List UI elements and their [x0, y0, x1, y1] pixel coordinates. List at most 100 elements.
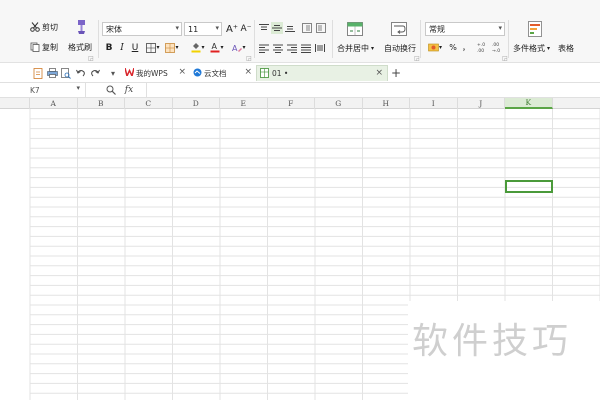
svg-text:.00: .00	[477, 48, 484, 53]
fill-color-button[interactable]: ▾	[190, 41, 206, 54]
column-header-b[interactable]: B	[78, 98, 125, 109]
print-icon[interactable]	[46, 67, 58, 79]
grow-font-button[interactable]: A⁺	[226, 22, 238, 36]
format-painter-icon[interactable]	[74, 18, 88, 36]
column-header-d[interactable]: D	[173, 98, 220, 109]
print-preview-icon[interactable]	[60, 67, 72, 79]
merge-center-icon[interactable]	[346, 20, 364, 38]
alignment-launcher-icon[interactable]: ◲	[414, 55, 420, 62]
justify-button[interactable]	[300, 42, 312, 54]
format-painter-label: 格式刷	[68, 42, 92, 52]
column-header-row: ABCDEFGHIJK	[0, 98, 600, 109]
undo-icon[interactable]	[75, 67, 87, 79]
bold-button[interactable]: B	[104, 41, 114, 54]
column-header-c[interactable]: C	[125, 98, 173, 109]
customize-toolbar-icon[interactable]: ▾	[108, 67, 118, 79]
close-icon[interactable]: ×	[178, 67, 186, 77]
name-box-value: K7	[30, 85, 40, 95]
column-header-f[interactable]: F	[268, 98, 315, 109]
column-header-h[interactable]: H	[363, 98, 410, 109]
font-launcher-icon[interactable]: ◲	[246, 55, 252, 62]
zoom-search-icon[interactable]	[105, 84, 117, 96]
align-middle-button[interactable]	[271, 22, 283, 34]
cut-button[interactable]: 剪切	[30, 20, 58, 34]
percent-button[interactable]: %	[448, 41, 458, 54]
svg-text:A: A	[232, 44, 238, 53]
column-header-e[interactable]: E	[220, 98, 268, 109]
merge-center-button[interactable]: 合并居中 ▾	[337, 42, 374, 54]
cut-label: 剪切	[42, 22, 58, 32]
ribbon-divider	[332, 20, 333, 58]
font-size-select[interactable]: 11 ▾	[184, 22, 222, 36]
cell-style-button[interactable]: ▾	[164, 41, 180, 54]
font-name-value: 宋体	[106, 24, 122, 34]
column-header-k[interactable]: K	[505, 98, 553, 109]
chevron-down-icon: ▾	[242, 44, 246, 51]
number-format-select[interactable]: 常规 ▾	[425, 22, 505, 36]
conditional-format-button[interactable]: 多件格式 ▾	[513, 42, 550, 54]
distributed-icon	[315, 43, 325, 53]
format-painter-button[interactable]: 格式刷	[68, 40, 92, 54]
column-header-a[interactable]: A	[30, 98, 78, 109]
conditional-format-icon[interactable]	[526, 20, 544, 38]
copy-label: 复制	[42, 42, 58, 52]
number-launcher-icon[interactable]: ◲	[502, 55, 508, 62]
tab-my-wps[interactable]: 我的WPS ×	[122, 65, 190, 81]
insert-function-button[interactable]: fx	[122, 83, 136, 97]
svg-text:.00: .00	[492, 42, 499, 48]
formula-bar: K7 ▾ fx	[0, 82, 600, 98]
decrease-indent-button[interactable]	[301, 22, 313, 34]
name-box[interactable]: K7 ▾	[0, 83, 86, 97]
font-size-value: 11	[188, 24, 199, 34]
align-center-button[interactable]	[272, 42, 284, 54]
chevron-down-icon: ▾	[175, 24, 179, 32]
tab-label: 我的WPS	[136, 68, 168, 78]
font-color-icon: A	[210, 42, 220, 53]
close-icon[interactable]: ×	[244, 67, 252, 77]
align-left-button[interactable]	[258, 42, 270, 54]
align-top-button[interactable]	[258, 22, 270, 34]
document-tab-bar: ▾ 我的WPS × 云文档 × 01 • × +	[0, 62, 600, 82]
new-tab-button[interactable]: +	[389, 66, 403, 80]
decrease-decimal-button[interactable]: .00 →.0	[491, 40, 503, 54]
eraser-icon: A	[232, 43, 243, 53]
currency-button[interactable]: ▾	[426, 41, 444, 54]
chevron-down-icon: ▾	[175, 44, 179, 51]
align-right-button[interactable]	[286, 42, 298, 54]
clipboard-launcher-icon[interactable]: ◲	[88, 55, 94, 62]
font-name-select[interactable]: 宋体 ▾	[102, 22, 182, 36]
wrap-text-label: 自动换行	[384, 43, 416, 53]
ribbon-divider	[420, 20, 421, 58]
clear-format-button[interactable]: A ▾	[230, 41, 248, 54]
wrap-text-icon[interactable]	[390, 20, 408, 38]
copy-button[interactable]: 复制	[30, 40, 58, 54]
border-button[interactable]: ▾	[145, 41, 161, 54]
font-color-button[interactable]: A ▾	[209, 41, 225, 54]
tab-workbook-01[interactable]: 01 • ×	[256, 65, 388, 81]
new-document-icon[interactable]	[32, 67, 44, 79]
column-header-j[interactable]: J	[458, 98, 505, 109]
close-icon[interactable]: ×	[375, 68, 383, 78]
svg-text:+.0: +.0	[477, 42, 485, 48]
column-header-g[interactable]: G	[315, 98, 363, 109]
tab-cloud-docs[interactable]: 云文档 ×	[190, 65, 256, 81]
distributed-align-button[interactable]	[314, 42, 326, 54]
increase-decimal-button[interactable]: +.0.00	[476, 40, 488, 54]
select-all-corner[interactable]	[0, 98, 30, 109]
shrink-font-button[interactable]: A⁻	[240, 22, 252, 36]
align-bottom-button[interactable]	[284, 22, 296, 34]
redo-icon[interactable]	[89, 67, 101, 79]
watermark-text: 软件技巧	[412, 321, 573, 362]
formula-input[interactable]	[146, 83, 600, 97]
underline-button[interactable]: U	[130, 41, 140, 54]
table-style-button[interactable]: 表格	[558, 42, 574, 54]
italic-button[interactable]: I	[117, 41, 127, 54]
chevron-down-icon: ▾	[547, 44, 551, 52]
wrap-text-button[interactable]: 自动换行	[384, 42, 416, 54]
thousands-separator-button[interactable]: ，	[461, 41, 471, 54]
scissors-icon	[30, 22, 40, 32]
increase-indent-button[interactable]	[315, 22, 327, 34]
align-bottom-icon	[285, 23, 295, 33]
column-header-i[interactable]: I	[410, 98, 458, 109]
active-cell[interactable]	[505, 180, 553, 193]
